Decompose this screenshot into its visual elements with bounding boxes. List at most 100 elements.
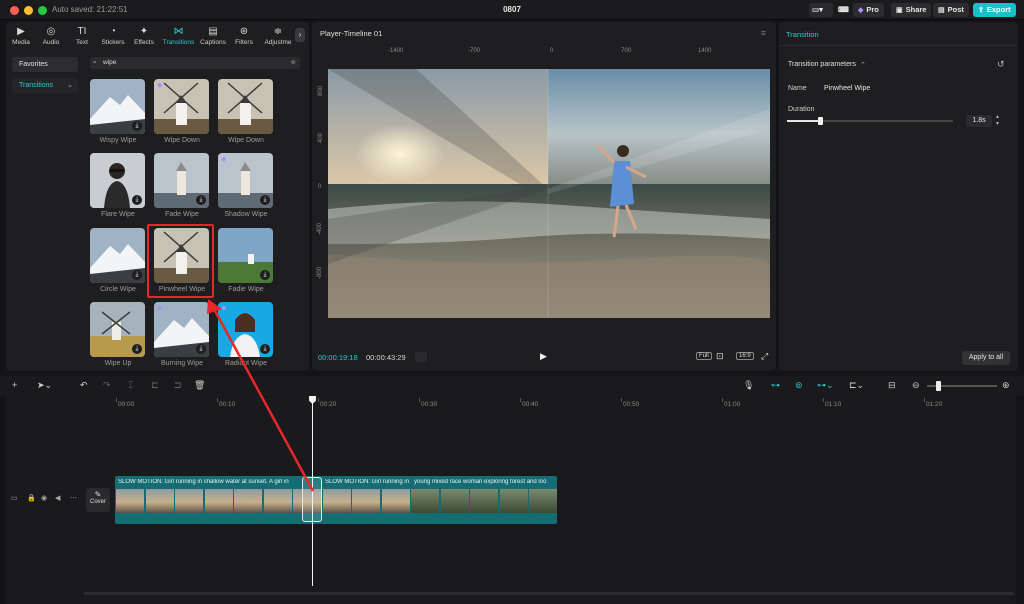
download-icon[interactable]: ⤓	[132, 270, 142, 280]
main-track-magnet-icon[interactable]: ⊶	[771, 380, 780, 391]
export-button[interactable]: ⇪ Export	[973, 3, 1016, 17]
duration-slider-handle[interactable]	[818, 117, 824, 125]
transition-card[interactable]: ⤓	[218, 228, 273, 283]
zoom-in-icon[interactable]: ⊕	[1002, 380, 1010, 391]
share-button[interactable]: ▣ Share	[891, 3, 932, 17]
fit-view-button[interactable]: ⊡	[716, 351, 724, 362]
auto-snap-icon[interactable]: ⊚	[795, 380, 803, 391]
zoom-slider[interactable]	[927, 381, 997, 391]
duration-slider[interactable]	[787, 117, 953, 125]
properties-header: Transition	[779, 22, 1018, 46]
play-icon: ▶	[540, 351, 547, 361]
select-tool-icon[interactable]: ➤⌄	[37, 380, 52, 391]
transition-parameters-heading[interactable]: Transition parameters	[788, 61, 856, 68]
sidebar-favorites-label: Favorites	[19, 61, 48, 68]
split-icon[interactable]: ⌶	[128, 380, 133, 391]
player-menu-icon[interactable]: ≡	[761, 28, 766, 38]
transition-card[interactable]: ⤓	[90, 302, 145, 357]
sidebar-item-favorites[interactable]: Favorites	[12, 57, 78, 72]
search-input[interactable]: ⌕ wipe ⊗	[90, 57, 300, 69]
undo-icon[interactable]: ↶	[80, 380, 88, 391]
transition-card[interactable]: ⤓	[154, 153, 209, 208]
add-track-icon[interactable]: +	[12, 380, 17, 390]
apply-to-all-button[interactable]: Apply to all	[962, 351, 1010, 365]
vertical-ruler: 800 400 0 -400 -800	[314, 58, 326, 318]
ruler-h-label: -700	[468, 48, 481, 54]
tab-stickers[interactable]: ◔ Stickers	[98, 26, 128, 46]
tab-transition[interactable]: Transition	[786, 30, 819, 39]
timeline-scrollbar[interactable]	[84, 592, 1014, 595]
clip-frame	[145, 489, 174, 513]
preview-axis-icon[interactable]: ⊏⌄	[849, 380, 864, 391]
cover-button[interactable]: ✎ Cover	[86, 488, 110, 512]
lock-icon[interactable]: 🔒	[27, 494, 36, 502]
download-icon[interactable]: ⤓	[132, 121, 142, 131]
transition-card[interactable]: ⤓	[90, 153, 145, 208]
video-preview[interactable]	[328, 69, 770, 318]
caption-track-icon[interactable]: ⊟	[888, 380, 896, 391]
timeline-tick-mark	[823, 398, 824, 402]
duration-stepper[interactable]: ▴ ▾	[996, 114, 999, 128]
tab-audio[interactable]: ◎ Audio	[36, 26, 66, 46]
download-icon[interactable]: ⤓	[260, 344, 270, 354]
download-icon[interactable]: ⤓	[132, 195, 142, 205]
transition-card-label: Wispy Wipe	[99, 137, 137, 144]
timeline-tick-label: 00:10	[219, 401, 236, 408]
diamond-icon: ◆	[858, 7, 864, 14]
transition-card[interactable]: ◆ ⤓	[154, 302, 209, 357]
transition-card[interactable]: ⤓	[90, 79, 145, 134]
play-button[interactable]: ▶	[540, 351, 547, 362]
tab-transitions[interactable]: ⋈ Transitions	[162, 26, 195, 46]
fullscreen-icon: ⤢	[761, 351, 769, 361]
visibility-icon[interactable]: ◉	[41, 494, 47, 502]
post-button[interactable]: ▤ Post	[933, 3, 969, 17]
transition-card-label: Radiant Wipe	[224, 360, 268, 367]
zoom-out-icon[interactable]: ⊖	[912, 380, 920, 391]
duration-input[interactable]: 1.8s	[966, 115, 992, 127]
microphone-icon[interactable]: 🎙	[743, 380, 754, 391]
tab-effects[interactable]: ✦ Effects	[129, 26, 159, 46]
download-icon[interactable]: ⤓	[196, 195, 206, 205]
audio-mute-icon[interactable]: ◀	[55, 494, 60, 502]
fullscreen-button[interactable]: ⤢	[761, 351, 768, 362]
tab-text[interactable]: TI Text	[67, 26, 97, 46]
more-tabs-button[interactable]: ›	[295, 28, 305, 42]
aspect-ratio-button[interactable]: 16:9	[736, 352, 754, 360]
delete-icon[interactable]: 🗑	[194, 380, 205, 391]
shortcuts-button[interactable]: ⌨	[836, 3, 850, 17]
tab-filters[interactable]: ⊛ Filters	[229, 26, 259, 46]
sidebar-item-transitions[interactable]: Transitions ⌄	[12, 78, 78, 93]
clear-search-icon[interactable]: ⊗	[291, 57, 296, 69]
transition-card[interactable]: ⤓	[90, 228, 145, 283]
zoom-slider-handle[interactable]	[936, 381, 941, 391]
transition-card[interactable]: ◆	[154, 79, 209, 134]
more-icon[interactable]: ⋯	[70, 494, 77, 502]
ruler-v-label: -400	[317, 222, 324, 236]
transition-card[interactable]	[218, 79, 273, 134]
search-icon: ⌕	[93, 59, 97, 66]
download-icon[interactable]: ⤓	[196, 344, 206, 354]
timecode-toggle[interactable]	[415, 352, 427, 362]
split-left-icon[interactable]: ⊏	[151, 380, 159, 391]
export-icon: ⇪	[978, 7, 984, 14]
playhead[interactable]	[312, 398, 313, 586]
redo-icon[interactable]: ↷	[103, 380, 111, 391]
total-time: 00:00:43:29	[366, 353, 406, 362]
tab-adjustment[interactable]: ≑ Adjustme	[261, 26, 295, 46]
transition-card[interactable]: ◆ ⤓	[218, 153, 273, 208]
download-icon[interactable]: ⤓	[260, 270, 270, 280]
tab-captions[interactable]: ▤ Captions	[198, 26, 228, 46]
chevron-up-icon[interactable]: ⌃	[860, 61, 866, 69]
tab-media[interactable]: ▶ Media	[6, 26, 36, 46]
full-quality-button[interactable]: Full	[696, 352, 712, 360]
download-icon[interactable]: ⤓	[132, 344, 142, 354]
transition-card-label: Wipe Down	[164, 137, 200, 144]
transition-card[interactable]: ◆ ⤓	[218, 302, 273, 357]
split-right-icon[interactable]: ⊐	[174, 380, 182, 391]
linkage-icon[interactable]: ⊶⌄	[817, 380, 834, 391]
download-icon[interactable]: ⤓	[260, 195, 270, 205]
pro-button[interactable]: ◆ Pro	[853, 3, 884, 17]
reset-icon[interactable]: ↺	[997, 59, 1005, 70]
adjustment-icon: ≑	[273, 26, 283, 37]
layout-button[interactable]: ▭▾	[809, 3, 833, 17]
